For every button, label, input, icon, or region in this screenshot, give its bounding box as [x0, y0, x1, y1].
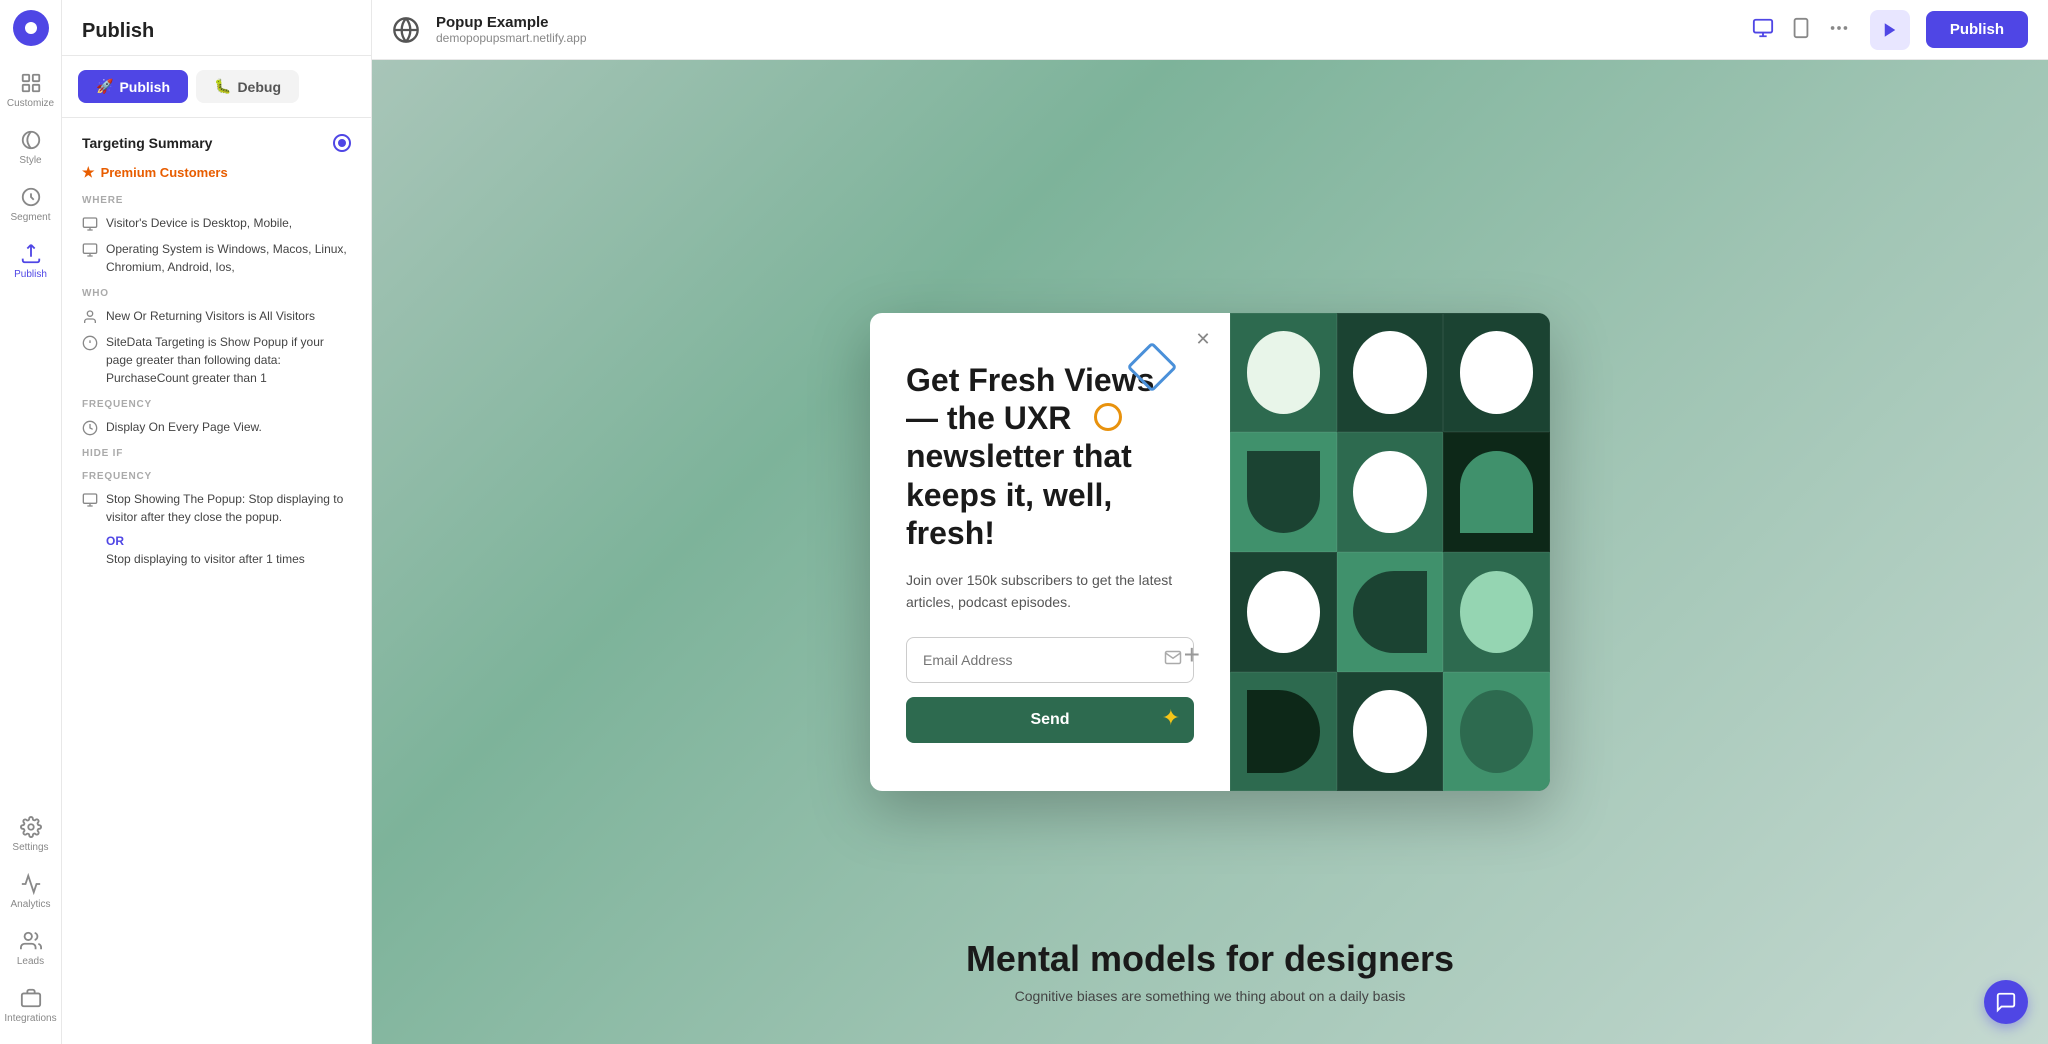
device-icons	[1748, 13, 1854, 46]
send-button[interactable]: Send	[906, 697, 1194, 743]
geo-grid	[1230, 313, 1550, 792]
where-label: WHERE	[82, 195, 351, 206]
who-sitedata-row: SiteData Targeting is Show Popup if your…	[82, 333, 351, 387]
geo-cell	[1337, 432, 1444, 552]
sidebar-item-customize[interactable]: Customize	[0, 62, 61, 119]
app-url: demopopupsmart.netlify.app	[436, 31, 587, 45]
popup-modal: ✕ Get Fresh Views — the UXR newsletter t…	[870, 313, 1550, 792]
plus-shape: +	[1184, 639, 1200, 671]
orange-circle-shape	[1094, 403, 1122, 431]
sidebar-panel: Publish 🚀 Publish 🐛 Debug Targeting Summ…	[62, 0, 372, 1044]
frequency-row: Display On Every Page View.	[82, 418, 351, 436]
icon-bar: Customize Style Segment Publish Settings…	[0, 0, 62, 1044]
rocket-icon: 🚀	[96, 78, 113, 95]
geo-cell	[1230, 432, 1337, 552]
email-icon	[1164, 649, 1182, 672]
geo-shape	[1247, 690, 1320, 772]
chat-button[interactable]	[1984, 980, 2028, 1024]
sidebar-item-settings[interactable]: Settings	[0, 806, 61, 863]
geo-cell	[1230, 313, 1337, 433]
star-shape: ✦	[1162, 705, 1180, 731]
chat-icon	[1995, 991, 2017, 1013]
email-input[interactable]	[906, 637, 1194, 683]
geo-cell	[1443, 432, 1550, 552]
or-text: OR	[106, 534, 351, 548]
sidebar-item-leads[interactable]: Leads	[0, 920, 61, 977]
person-icon	[82, 309, 98, 325]
premium-badge: ★ Premium Customers	[82, 164, 351, 181]
mobile-icon	[1790, 17, 1812, 39]
who-visitors-row: New Or Returning Visitors is All Visitor…	[82, 307, 351, 325]
geo-shape	[1460, 571, 1533, 653]
geo-cell	[1230, 552, 1337, 672]
more-icon	[1828, 17, 1850, 39]
hide-if-label: Hide if	[82, 448, 351, 459]
geo-shape	[1353, 690, 1426, 772]
where-os-row: Operating System is Windows, Macos, Linu…	[82, 240, 351, 276]
publish-top-button[interactable]: Publish	[1926, 11, 2028, 48]
sidebar-content: Targeting Summary ★ Premium Customers WH…	[62, 118, 371, 592]
stop-show-row: Stop Showing The Popup: Stop displaying …	[82, 490, 351, 526]
sidebar-header: Publish	[62, 0, 371, 56]
where-device-row: Visitor's Device is Desktop, Mobile,	[82, 214, 351, 232]
preview-button[interactable]	[1870, 10, 1910, 50]
monitor-icon	[82, 216, 98, 232]
hide-frequency-label: FREQUENCY	[82, 471, 351, 482]
app-title: Popup Example	[436, 14, 587, 31]
geo-cell	[1443, 313, 1550, 433]
geo-shape	[1353, 451, 1426, 533]
targeting-summary-title: Targeting Summary	[82, 134, 351, 152]
popup-subtitle: Join over 150k subscribers to get the la…	[906, 569, 1194, 614]
preview-area: Mental models for designers Cognitive bi…	[372, 60, 2048, 1044]
geo-shape	[1247, 451, 1320, 533]
globe-icon	[392, 16, 420, 44]
monitor-icon-2	[82, 242, 98, 258]
data-icon	[82, 335, 98, 351]
monitor-stop-icon	[82, 492, 98, 508]
geo-shape	[1353, 571, 1426, 653]
geo-shape	[1247, 331, 1320, 413]
geo-cell	[1443, 552, 1550, 672]
geo-shape	[1247, 571, 1320, 653]
who-label: WHO	[82, 288, 351, 299]
sidebar-item-integrations[interactable]: Integrations	[0, 977, 61, 1034]
sidebar-tabs: 🚀 Publish 🐛 Debug	[62, 56, 371, 118]
targeting-indicator	[333, 134, 351, 152]
popup-left: ✕ Get Fresh Views — the UXR newsletter t…	[870, 313, 1230, 792]
popup-overlay: ✕ Get Fresh Views — the UXR newsletter t…	[372, 60, 2048, 1044]
popup-right	[1230, 313, 1550, 792]
desktop-view-button[interactable]	[1748, 13, 1778, 46]
mobile-view-button[interactable]	[1786, 13, 1816, 46]
geo-cell	[1443, 672, 1550, 792]
app-logo[interactable]	[13, 10, 49, 46]
desktop-icon	[1752, 17, 1774, 39]
sidebar-item-style[interactable]: Style	[0, 119, 61, 176]
geo-shape	[1460, 331, 1533, 413]
sidebar-item-publish[interactable]: Publish	[0, 233, 61, 290]
geo-cell	[1337, 313, 1444, 433]
popup-close-button[interactable]: ✕	[1190, 327, 1216, 353]
geo-cell	[1337, 552, 1444, 672]
geo-shape	[1460, 690, 1533, 772]
debug-tab[interactable]: 🐛 Debug	[196, 70, 299, 103]
star-icon: ★	[82, 164, 95, 181]
top-bar: Popup Example demopopupsmart.netlify.app…	[372, 0, 2048, 60]
frequency-label: FREQUENCY	[82, 399, 351, 410]
main-area: Popup Example demopopupsmart.netlify.app…	[372, 0, 2048, 1044]
geo-cell	[1337, 672, 1444, 792]
sidebar-item-analytics[interactable]: Analytics	[0, 863, 61, 920]
clock-icon	[82, 420, 98, 436]
stop-times-row: Stop displaying to visitor after 1 times	[82, 550, 351, 568]
email-input-wrap	[906, 637, 1194, 683]
more-options-button[interactable]	[1824, 13, 1854, 46]
geo-shape	[1353, 331, 1426, 413]
app-title-group: Popup Example demopopupsmart.netlify.app	[436, 14, 587, 45]
bug-icon: 🐛	[214, 78, 231, 95]
geo-shape	[1460, 451, 1533, 533]
geo-cell	[1230, 672, 1337, 792]
sidebar-item-segment[interactable]: Segment	[0, 176, 61, 233]
sidebar-title: Publish	[82, 20, 351, 43]
play-icon	[1881, 21, 1899, 39]
publish-tab[interactable]: 🚀 Publish	[78, 70, 188, 103]
